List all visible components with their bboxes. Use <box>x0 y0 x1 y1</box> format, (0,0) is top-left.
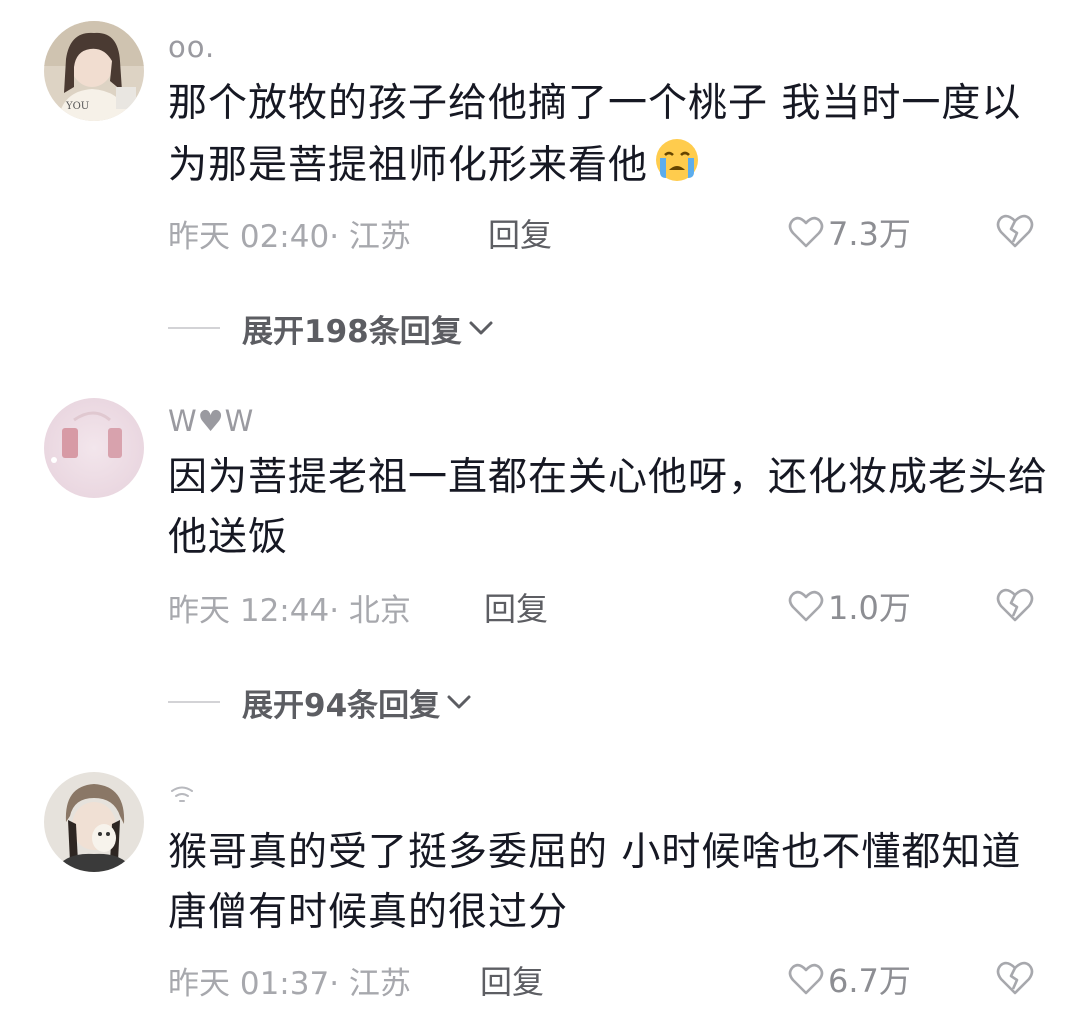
divider-line <box>168 327 220 329</box>
comment-time: 昨天 01:37 <box>168 966 330 1002</box>
comment-location: 江苏 <box>348 966 411 1002</box>
chevron-down-icon <box>447 695 471 709</box>
broken-heart-icon[interactable] <box>996 212 1034 250</box>
comment-meta: 昨天 02:40· 江苏 <box>168 211 411 256</box>
expand-replies-label: 展开94条回复 <box>242 687 441 724</box>
comment-text-body: 那个放牧的孩子给他摘了一个桃子 我当时一度以为那是菩提祖师化形来看他 <box>168 81 1022 188</box>
avatar[interactable] <box>44 772 144 872</box>
wifi-icon <box>171 786 193 802</box>
comment-text: 猴哥真的受了挺多委屈的 小时候啥也不懂都知道唐僧有时候真的很过分 <box>168 830 1022 935</box>
broken-heart-icon[interactable] <box>996 959 1034 997</box>
comment-username[interactable]: oo. <box>168 30 215 64</box>
comment-location: 北京 <box>348 593 411 629</box>
comment-meta: 昨天 01:37· 江苏 <box>168 958 411 1003</box>
expand-replies-button[interactable]: 展开198条回复 <box>168 308 494 350</box>
chevron-down-icon <box>469 321 493 335</box>
heart-outline-icon <box>788 963 824 995</box>
like-button[interactable]: 1.0万 <box>788 586 911 627</box>
svg-text:YOU: YOU <box>65 101 89 112</box>
like-count: 7.3万 <box>828 215 911 253</box>
meta-separator: · <box>329 593 349 629</box>
comment-time: 昨天 12:44 <box>168 593 330 629</box>
reply-button[interactable]: 回复 <box>488 210 552 256</box>
expand-replies-button[interactable]: 展开94条回复 <box>168 682 472 724</box>
comment-time: 昨天 02:40 <box>168 219 330 255</box>
like-count: 1.0万 <box>828 589 911 627</box>
heart-outline-icon <box>788 216 824 248</box>
reply-button[interactable]: 回复 <box>480 957 544 1003</box>
avatar[interactable]: YOU <box>44 21 144 121</box>
like-button[interactable]: 7.3万 <box>788 212 911 253</box>
comment-location: 江苏 <box>348 219 411 255</box>
avatar[interactable] <box>44 398 144 498</box>
heart-outline-icon <box>788 590 824 622</box>
comment-text: 那个放牧的孩子给他摘了一个桃子 我当时一度以为那是菩提祖师化形来看他 <box>168 74 1048 196</box>
reply-button[interactable]: 回复 <box>484 584 548 630</box>
comment-meta: 昨天 12:44· 北京 <box>168 585 411 630</box>
like-button[interactable]: 6.7万 <box>788 959 911 1000</box>
like-count: 6.7万 <box>828 962 911 1000</box>
broken-heart-icon[interactable] <box>996 586 1034 624</box>
meta-separator: · <box>329 966 349 1002</box>
divider-line <box>168 701 220 703</box>
comment-text: 因为菩提老祖一直都在关心他呀，还化妆成老头给他送饭 <box>168 455 1049 560</box>
crying-face-icon <box>652 134 702 184</box>
comment-username[interactable]: W♥W <box>168 404 254 438</box>
meta-separator: · <box>329 219 349 255</box>
expand-replies-label: 展开198条回复 <box>242 313 462 350</box>
